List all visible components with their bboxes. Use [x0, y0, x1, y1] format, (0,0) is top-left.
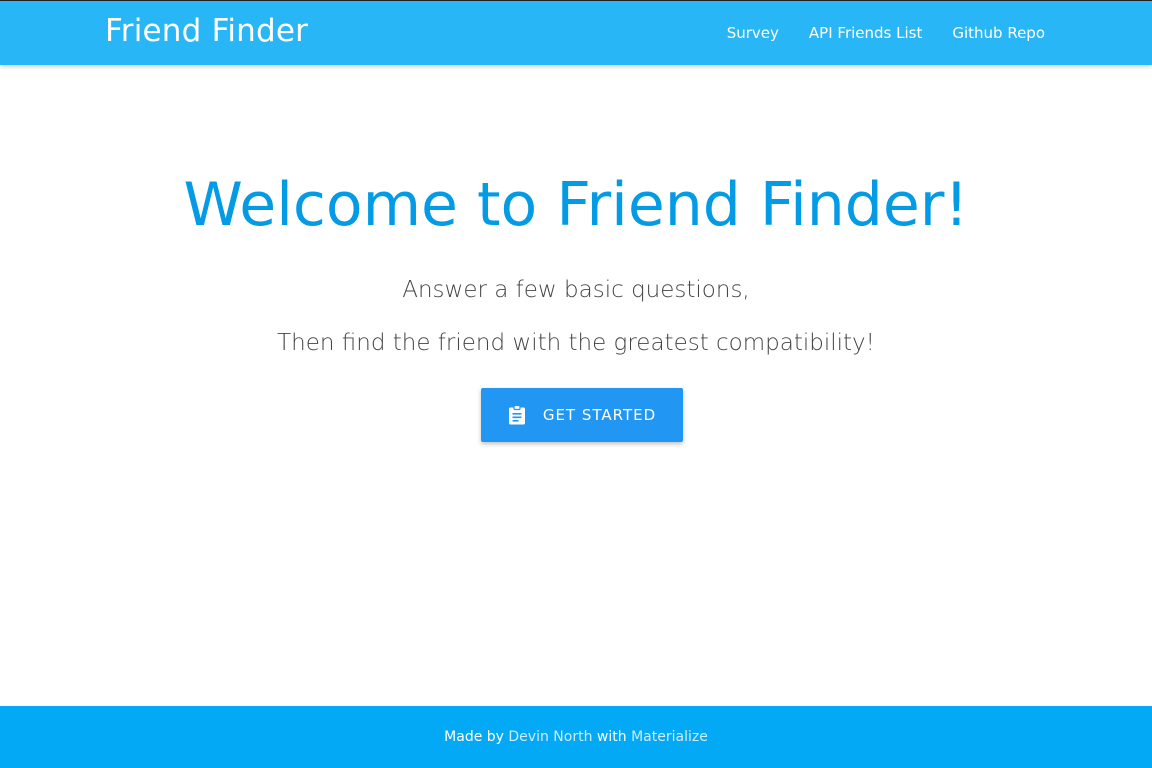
nav-link-github-repo[interactable]: Github Repo: [952, 24, 1045, 42]
get-started-label: GET STARTED: [542, 406, 657, 424]
footer: Made by Devin North with Materialize: [0, 706, 1152, 768]
hero-subtitle-line-1: Answer a few basic questions,: [402, 277, 750, 303]
nav-links: Survey API Friends List Github Repo: [697, 1, 1045, 65]
top-navbar: Friend Finder Survey API Friends List Gi…: [0, 0, 1152, 65]
clipboard-icon: [508, 405, 525, 425]
hero-subtitle-line-2: Then find the friend with the greatest c…: [277, 330, 875, 356]
footer-prefix: Made by: [444, 729, 509, 745]
footer-framework-link[interactable]: Materialize: [631, 729, 708, 745]
get-started-button[interactable]: GET STARTED: [481, 388, 683, 442]
footer-author-link[interactable]: Devin North: [508, 729, 592, 745]
footer-middle: with: [592, 729, 632, 745]
nav-link-survey[interactable]: Survey: [727, 24, 779, 42]
brand-logo[interactable]: Friend Finder: [105, 13, 308, 49]
nav-link-api-friends-list[interactable]: API Friends List: [809, 24, 922, 42]
hero-title: Welcome to Friend Finder!: [183, 170, 969, 240]
